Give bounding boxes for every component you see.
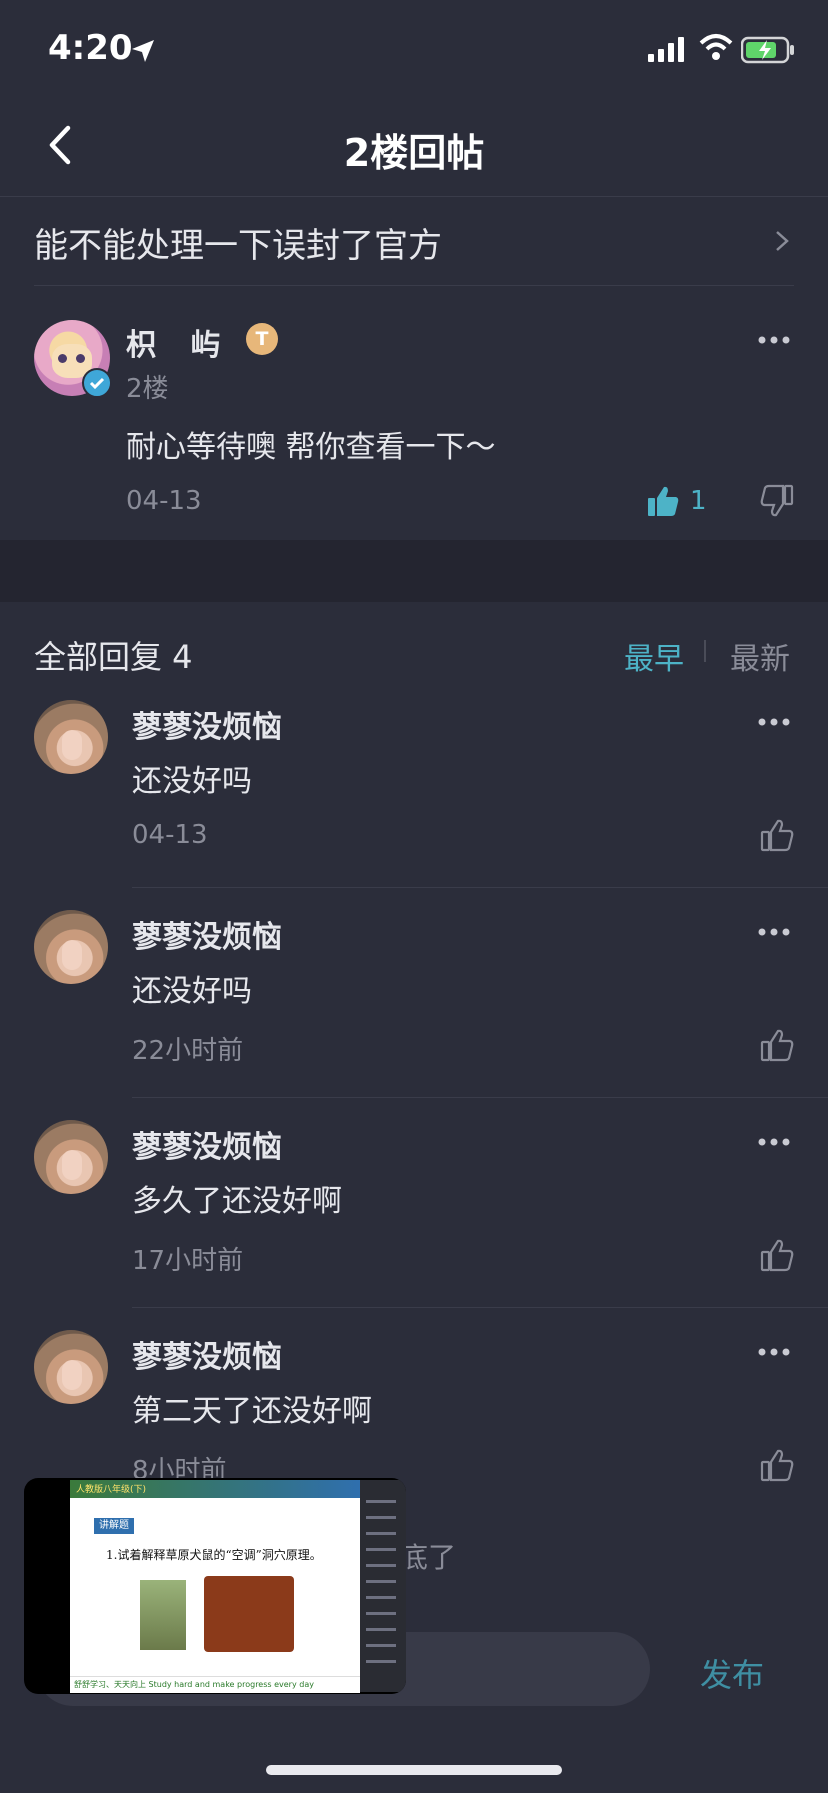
sort-latest-tab[interactable]: 最新	[730, 634, 790, 678]
reply-text: 多久了还没好啊	[132, 1184, 342, 1219]
reply-time: 17小时前	[132, 1246, 244, 1276]
prairie-dog-image	[140, 1580, 186, 1650]
thumbs-down-icon[interactable]	[760, 484, 794, 518]
post-text: 耐心等待噢 帮你查看一下～	[126, 430, 496, 465]
divider	[34, 285, 794, 286]
slide-header: 人教版八年级(下)	[70, 1480, 360, 1498]
thumbs-up-icon[interactable]	[760, 1238, 794, 1272]
slide-sidebar	[360, 1480, 406, 1692]
end-of-list-hint: 底了	[400, 1541, 457, 1574]
slide-header-text: 人教版八年级(下)	[76, 1485, 147, 1495]
like-count: 1	[690, 486, 707, 516]
more-options-icon[interactable]	[758, 1346, 790, 1358]
publish-button[interactable]: 发布	[700, 1650, 764, 1696]
status-time: 4:20	[48, 28, 133, 68]
avatar[interactable]	[34, 1120, 108, 1194]
home-indicator[interactable]	[266, 1765, 562, 1775]
level-badge: T	[246, 323, 278, 355]
reply-text: 第二天了还没好啊	[132, 1394, 372, 1429]
slide-footer: 舒舒学习、天天向上 Study hard and make progress e…	[70, 1676, 360, 1693]
thumbs-up-icon[interactable]	[760, 818, 794, 852]
picture-in-picture-video[interactable]: 人教版八年级(下) 讲解题 1.试着解释草原犬鼠的“空调”洞穴原理。 舒舒学习、…	[24, 1478, 406, 1694]
burrow-diagram-image	[204, 1576, 294, 1652]
more-options-icon[interactable]	[758, 716, 790, 728]
slide-question: 1.试着解释草原犬鼠的“空调”洞穴原理。	[106, 1548, 322, 1562]
reply-time: 22小时前	[132, 1036, 244, 1066]
floor-label: 2楼	[126, 374, 169, 404]
location-arrow-icon	[132, 40, 154, 62]
author-name[interactable]: 枳 屿	[126, 320, 232, 364]
sort-earliest-tab[interactable]: 最早	[624, 634, 684, 678]
thumbs-up-filled-icon[interactable]	[646, 484, 680, 518]
video-slide: 人教版八年级(下) 讲解题 1.试着解释草原犬鼠的“空调”洞穴原理。 舒舒学习、…	[70, 1480, 360, 1693]
reply-time: 04-13	[132, 820, 208, 850]
reply-text: 还没好吗	[132, 764, 252, 799]
more-options-icon[interactable]	[758, 1136, 790, 1148]
replies-count-header: 全部回复 4	[34, 638, 193, 676]
page-title: 2楼回帖	[343, 131, 485, 175]
reply-author[interactable]: 蓼蓼没烦恼	[132, 912, 282, 956]
divider	[132, 1097, 828, 1098]
thread-title[interactable]: 能不能处理一下误封了官方	[34, 218, 442, 267]
verified-badge-icon	[82, 368, 112, 398]
more-options-icon[interactable]	[758, 334, 790, 346]
divider	[704, 640, 706, 662]
battery-charging-icon	[741, 36, 794, 64]
reply-author[interactable]: 蓼蓼没烦恼	[132, 702, 282, 746]
divider	[132, 887, 828, 888]
more-options-icon[interactable]	[758, 926, 790, 938]
reply-text: 还没好吗	[132, 974, 252, 1009]
divider	[132, 1307, 828, 1308]
thumbs-up-icon[interactable]	[760, 1028, 794, 1062]
post-date: 04-13	[126, 486, 202, 516]
avatar[interactable]	[34, 1330, 108, 1404]
thumbs-up-icon[interactable]	[760, 1448, 794, 1482]
avatar[interactable]	[34, 700, 108, 774]
chevron-right-icon	[776, 231, 789, 251]
reply-author[interactable]: 蓼蓼没烦恼	[132, 1332, 282, 1376]
slide-tag: 讲解题	[94, 1518, 134, 1534]
wifi-icon	[699, 34, 733, 60]
avatar[interactable]	[34, 910, 108, 984]
signal-icon	[648, 37, 684, 62]
section-separator	[0, 540, 828, 602]
slide-footer-text: 舒舒学习、天天向上 Study hard and make progress e…	[74, 1680, 314, 1689]
reply-author[interactable]: 蓼蓼没烦恼	[132, 1122, 282, 1166]
